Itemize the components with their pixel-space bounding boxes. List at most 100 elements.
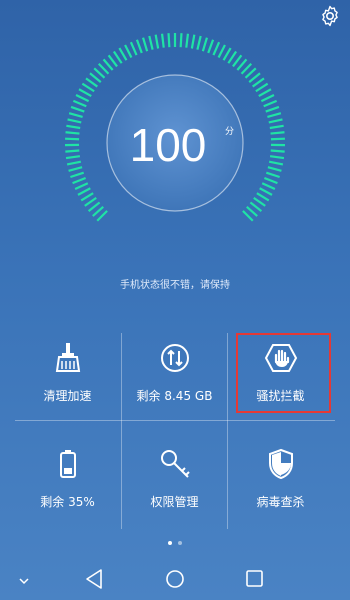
tile-virus-scan[interactable]: 病毒查杀 [228, 439, 333, 529]
gauge-tick [102, 58, 114, 71]
tile-cleanup[interactable]: 清理加速 [15, 333, 120, 423]
page-dot-2[interactable] [178, 541, 182, 545]
gauge-tick [75, 94, 90, 103]
gauge-tick [217, 44, 226, 58]
gauge-tick [81, 82, 95, 93]
settings-button[interactable] [318, 4, 342, 28]
gauge-tick [87, 201, 101, 212]
tile-cleanup-label: 清理加速 [43, 389, 92, 403]
gauge-tick [267, 112, 282, 119]
gauge-tick [227, 50, 238, 64]
gauge-tick [129, 41, 138, 56]
battery-icon [51, 447, 85, 481]
navigation-bar [0, 560, 350, 600]
gauge-tick [253, 196, 266, 207]
gauge-tick [72, 99, 87, 108]
gauge-tick [124, 44, 133, 58]
gauge-tick [70, 171, 85, 179]
gauge-tick [135, 39, 143, 54]
gauge-tick [252, 77, 265, 88]
gauge-tick [70, 105, 85, 113]
gauge-tick [77, 187, 91, 196]
gauge-tick [248, 72, 261, 83]
score-unit: 分 [225, 126, 234, 137]
gauge-tick [160, 33, 165, 48]
nav-recents-button[interactable] [244, 568, 264, 594]
tile-permission[interactable]: 权限管理 [122, 439, 227, 529]
nav-back-button[interactable] [84, 568, 104, 594]
gauge-tick [246, 205, 258, 217]
score-gauge: 100 分 [64, 33, 286, 222]
page-dot-1[interactable] [168, 541, 172, 545]
tile-storage[interactable]: 剩余 8.45 GB [122, 333, 227, 423]
highlight-box [236, 333, 331, 413]
gauge-tick [244, 67, 257, 79]
gauge-tick [201, 37, 208, 52]
nav-home-button[interactable] [164, 568, 186, 594]
gauge-tick [80, 192, 94, 202]
home-icon [166, 570, 184, 588]
gauge-tick [84, 196, 97, 207]
gauge-tick [196, 35, 202, 50]
gauge-tick [89, 72, 102, 83]
back-icon [86, 569, 102, 589]
gauge-tick [142, 37, 149, 52]
recents-icon [246, 570, 263, 587]
gauge-tick [65, 131, 80, 135]
gauge-tick [65, 149, 80, 153]
gauge-tick [256, 192, 270, 202]
gauge-tick [67, 118, 82, 124]
gauge-tick [232, 54, 243, 68]
key-icon [158, 447, 192, 481]
gauge-tick [269, 155, 285, 160]
gauge-tick [268, 118, 283, 124]
shield-icon [264, 447, 298, 481]
gauge-tick [255, 82, 269, 93]
tile-virus-label: 病毒查杀 [256, 495, 305, 509]
gauge-tick [207, 39, 215, 54]
page-indicator [0, 541, 350, 545]
gauge-tick [72, 176, 87, 185]
gauge-tick [97, 62, 110, 75]
gauge-tick [263, 99, 278, 108]
gauge-tick [261, 182, 276, 191]
gauge-tick [85, 77, 98, 88]
gauge-tick [190, 34, 196, 49]
gauge-tick [68, 166, 83, 172]
broom-icon [51, 341, 85, 375]
gauge-tick [185, 33, 190, 48]
gauge-tick [270, 137, 285, 141]
gauge-tick [167, 33, 171, 48]
gauge-tick [179, 33, 183, 48]
tile-battery[interactable]: 剩余 35% [15, 439, 120, 529]
data-transfer-icon [158, 341, 192, 375]
gauge-tick [148, 35, 154, 50]
gauge-tick [118, 47, 128, 61]
gauge-tick [260, 94, 275, 103]
gauge-tick [107, 54, 118, 68]
score-value: 100 [130, 119, 207, 171]
gauge-tick [212, 41, 221, 56]
gauge-tick [92, 205, 104, 217]
tile-battery-label: 剩余 35% [40, 495, 95, 509]
status-message: 手机状态很不错，请保持 [120, 280, 230, 291]
gauge-tick [66, 124, 81, 130]
gauge-tick [265, 171, 280, 179]
gauge-tick [249, 201, 263, 212]
gauge-tick [258, 88, 272, 98]
gauge-tick [259, 187, 273, 196]
nav-expand-button[interactable] [18, 572, 30, 591]
gauge-tick [270, 149, 285, 153]
gauge-tick [74, 182, 89, 191]
gauge-tick [263, 176, 278, 185]
tile-storage-label: 剩余 8.45 GB [136, 389, 213, 403]
gauge-tick [270, 131, 285, 135]
gauge-tick [242, 210, 254, 222]
gauge-tick [222, 47, 232, 61]
gauge-tick [96, 210, 108, 222]
gauge-tick [66, 160, 82, 166]
gauge-tick [240, 62, 253, 75]
gauge-tick [236, 58, 248, 71]
gauge-tick [268, 160, 284, 166]
gauge-tick [265, 105, 280, 113]
